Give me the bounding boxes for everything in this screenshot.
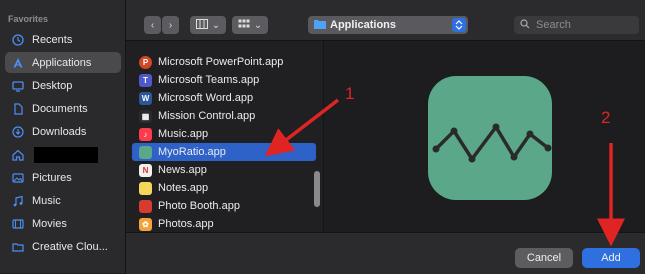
- list-item-label: MyoRatio.app: [158, 146, 226, 158]
- up-down-stepper-icon: [452, 18, 466, 32]
- folder-icon: [10, 241, 26, 253]
- sidebar-item-label: Creative Clou...: [32, 240, 108, 253]
- music-app-icon: ♪: [139, 127, 152, 141]
- sidebar-item-label: Music: [32, 194, 61, 207]
- sidebar: Favorites Recents Applications Desktop D…: [0, 0, 126, 273]
- list-item-label: Music.app: [158, 128, 209, 140]
- list-item[interactable]: T Microsoft Teams.app: [132, 71, 316, 89]
- word-app-icon: W: [139, 91, 152, 105]
- list-item[interactable]: Photo Booth.app: [132, 197, 316, 215]
- sidebar-item-label: Pictures: [32, 171, 72, 184]
- chevron-left-icon: ‹: [150, 19, 155, 31]
- sidebar-item-recents[interactable]: Recents: [5, 29, 121, 50]
- location-label: Applications: [330, 19, 397, 31]
- file-list: P Microsoft PowerPoint.app T Microsoft T…: [126, 41, 323, 232]
- list-item-label: Mission Control.app: [158, 110, 256, 122]
- photo-booth-app-icon: [139, 199, 152, 213]
- sidebar-item-music[interactable]: Music: [5, 190, 121, 211]
- favorites-heading: Favorites: [8, 14, 49, 24]
- sidebar-item-label: Documents: [32, 102, 88, 115]
- list-item-label: Microsoft Word.app: [158, 92, 254, 104]
- notes-app-icon: [139, 181, 152, 195]
- list-item[interactable]: ✿ Photos.app: [132, 215, 316, 232]
- preview-pane: [324, 41, 645, 232]
- list-item[interactable]: N News.app: [132, 161, 316, 179]
- sidebar-item-pictures[interactable]: Pictures: [5, 167, 121, 188]
- mission-control-app-icon: ▦: [139, 109, 152, 123]
- sidebar-item-home[interactable]: [5, 144, 121, 165]
- sidebar-item-documents[interactable]: Documents: [5, 98, 121, 119]
- list-item[interactable]: ♪ Music.app: [132, 125, 316, 143]
- add-button[interactable]: Add: [582, 248, 640, 268]
- applications-folder-icon: [314, 19, 326, 32]
- list-scrollbar[interactable]: [314, 171, 320, 207]
- chevron-right-icon: ›: [168, 19, 173, 31]
- list-item-label: Microsoft Teams.app: [158, 74, 260, 86]
- dialog-footer: Cancel Add: [126, 232, 645, 274]
- sidebar-item-downloads[interactable]: Downloads: [5, 121, 121, 142]
- list-item-label: Notes.app: [158, 182, 209, 194]
- group-by-button[interactable]: ⌄: [232, 16, 268, 34]
- toolbar: ‹ › ⌄ ⌄ Applications: [126, 0, 645, 41]
- list-item-label: News.app: [158, 164, 207, 176]
- list-item[interactable]: ▦ Mission Control.app: [132, 107, 316, 125]
- search-icon: [520, 18, 530, 32]
- photos-app-icon: ✿: [139, 217, 152, 231]
- sidebar-item-label: Applications: [32, 56, 92, 69]
- main-pane: ‹ › ⌄ ⌄ Applications Search P Microsoft …: [126, 0, 645, 274]
- list-item[interactable]: Notes.app: [132, 179, 316, 197]
- sidebar-item-creative-cloud[interactable]: Creative Clou...: [5, 236, 121, 257]
- sidebar-item-label: Movies: [32, 217, 67, 230]
- desktop-icon: [10, 80, 26, 92]
- list-item[interactable]: P Microsoft PowerPoint.app: [132, 53, 316, 71]
- teams-app-icon: T: [139, 73, 152, 87]
- list-item-label: Photo Booth.app: [158, 200, 240, 212]
- view-mode-button[interactable]: ⌄: [190, 16, 226, 34]
- forward-button[interactable]: ›: [162, 16, 179, 34]
- applications-icon: [10, 57, 26, 69]
- myoratio-large-icon: [428, 76, 552, 200]
- columns-view-icon: [195, 18, 208, 32]
- list-item[interactable]: W Microsoft Word.app: [132, 89, 316, 107]
- download-icon: [10, 125, 26, 138]
- grid-icon: [238, 19, 250, 32]
- sidebar-item-desktop[interactable]: Desktop: [5, 75, 121, 96]
- chevron-down-icon: ⌄: [211, 19, 221, 31]
- sidebar-item-applications[interactable]: Applications: [5, 52, 121, 73]
- sidebar-item-label: Downloads: [32, 125, 87, 138]
- redacted-username: [34, 146, 98, 163]
- sidebar-item-label: Recents: [32, 33, 73, 46]
- list-item-selected[interactable]: MyoRatio.app: [132, 143, 316, 161]
- myoratio-app-icon: [139, 145, 152, 159]
- list-item-label: Microsoft PowerPoint.app: [158, 56, 284, 68]
- back-button[interactable]: ‹: [144, 16, 161, 34]
- powerpoint-app-icon: P: [139, 55, 152, 69]
- news-app-icon: N: [139, 163, 152, 177]
- sidebar-item-movies[interactable]: Movies: [5, 213, 121, 234]
- movies-icon: [10, 218, 26, 230]
- home-icon: [10, 149, 26, 161]
- search-field[interactable]: [514, 16, 639, 34]
- pictures-icon: [10, 172, 26, 184]
- chevron-down-icon: ⌄: [253, 19, 263, 31]
- sidebar-item-label: Desktop: [32, 79, 73, 92]
- music-note-icon: [10, 195, 26, 207]
- search-input[interactable]: [534, 18, 633, 32]
- list-item-label: Photos.app: [158, 218, 214, 230]
- clock-icon: [10, 33, 26, 46]
- location-popup[interactable]: Applications: [308, 16, 468, 34]
- document-icon: [10, 102, 26, 115]
- cancel-button[interactable]: Cancel: [515, 248, 573, 268]
